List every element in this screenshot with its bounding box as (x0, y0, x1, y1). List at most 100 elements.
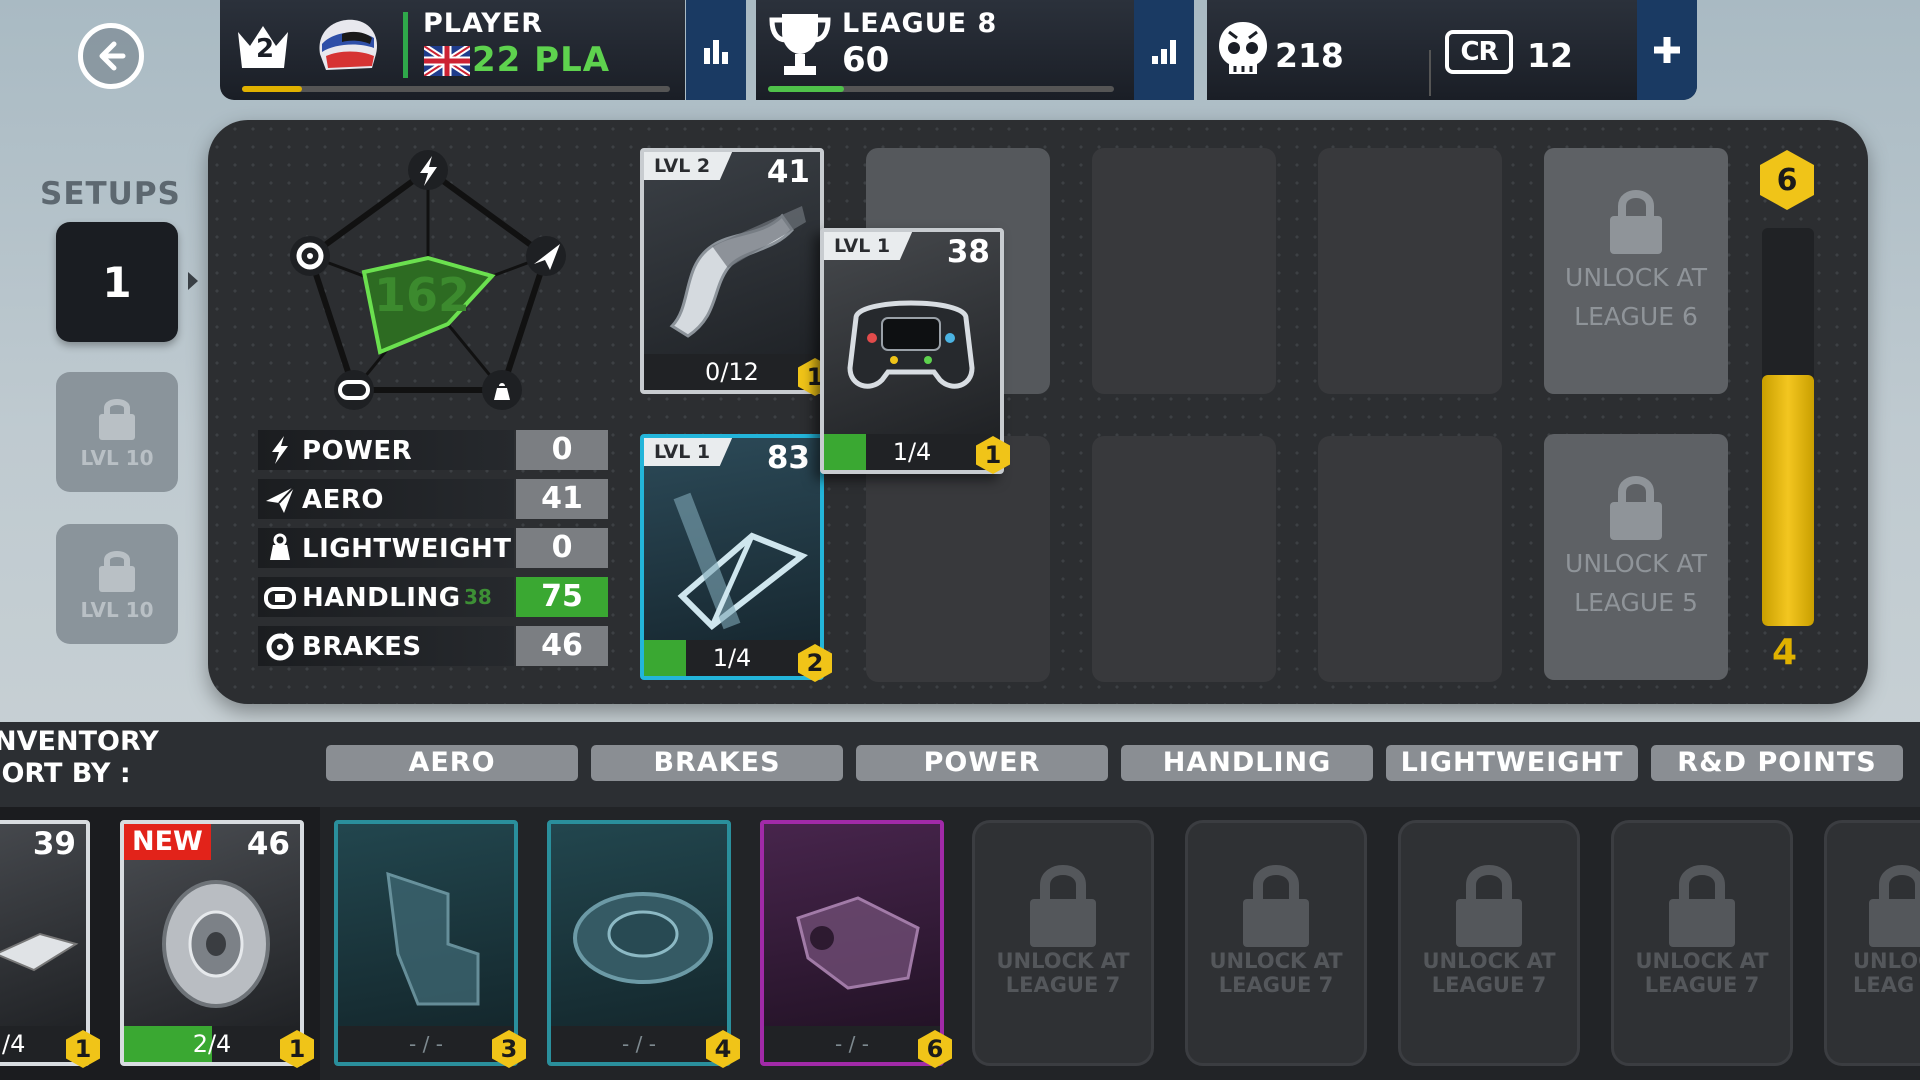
stat-label: LIGHTWEIGHT (302, 534, 512, 564)
credits-value: 12 (1527, 36, 1573, 75)
steering-wheel-part-icon (847, 300, 975, 389)
lock-text-line1: UNLOCK AT (996, 949, 1130, 973)
stat-label: BRAKES (302, 632, 422, 662)
card-progress-text: 2/4 (192, 1030, 232, 1058)
lock-text-line1: UNLOCK AT (1565, 549, 1707, 578)
filter-power-button[interactable]: POWER (856, 745, 1108, 781)
card-rating: 83 (766, 440, 810, 476)
stat-label: AERO (302, 485, 385, 515)
floor-part-icon (0, 932, 79, 972)
filter-aero-button[interactable]: AERO (326, 745, 578, 781)
lock-icon (99, 551, 135, 592)
lock-text-line1: UNLOCK AT (1635, 949, 1769, 973)
stat-row-power: POWER 0 (258, 430, 608, 470)
setup-slot-locked: LVL 10 (56, 524, 178, 644)
part-card-suspension[interactable]: LVL 1 83 1/4 (640, 434, 824, 680)
inventory-card[interactable]: - / - (547, 820, 731, 1066)
lock-text-line2: LEAGUE 7 (1218, 973, 1334, 997)
lock-text-line1: UNLOCK AT (1209, 949, 1343, 973)
setups-title: SETUPS (40, 176, 181, 212)
player-label: PLAYER (423, 8, 544, 39)
lock-text-line2: LEAGUE 6 (1574, 302, 1698, 331)
plus-icon (1654, 37, 1680, 63)
part-card-front-wing[interactable]: LVL 2 41 0/12 (640, 148, 824, 394)
xp-bar-fill (242, 86, 302, 92)
part-slot-empty[interactable] (1092, 148, 1276, 394)
lock-text-line1: UNLOC (1853, 949, 1920, 973)
inventory-locked-slot: UNLOCK AT LEAGUE 7 (1185, 820, 1367, 1066)
part-slot-empty[interactable] (1318, 148, 1502, 394)
inventory-card[interactable]: - / - (760, 820, 944, 1066)
filter-rd-points-button[interactable]: R&D POINTS (1651, 745, 1903, 781)
card-progress: - / - (764, 1026, 940, 1062)
league-points: 60 (842, 40, 890, 80)
inventory-title: INVENTORY (0, 726, 159, 757)
inventory-locked-slot: UNLOCK AT LEAGUE 7 (1611, 820, 1793, 1066)
new-tag: NEW (124, 824, 211, 860)
card-progress: 1/4 (644, 640, 820, 676)
stat-row-handling: HANDLING 38 75 (258, 577, 608, 617)
stat-row-lightweight: LIGHTWEIGHT 0 (258, 528, 608, 568)
lock-text-line1: UNLOCK AT (1422, 949, 1556, 973)
lock-text-line2: LEAGUE 7 (1644, 973, 1760, 997)
back-button[interactable] (78, 23, 144, 89)
brake-disc-part-icon (162, 880, 270, 1008)
inventory-card[interactable]: 39 /4 (0, 820, 90, 1066)
inventory-card[interactable]: NEW 46 2/4 (120, 820, 304, 1066)
player-name: 22 PLA (472, 40, 611, 80)
league-stats-button[interactable] (1134, 0, 1194, 100)
lock-icon (1030, 865, 1096, 947)
player-stats-button[interactable] (686, 0, 746, 100)
inventory-locked-slot: UNLOCK AT LEAGUE 7 (1398, 820, 1580, 1066)
card-level: LVL 1 (824, 232, 913, 260)
league-progress-bar (768, 86, 1114, 92)
rising-chart-icon (1152, 40, 1176, 64)
lock-icon (99, 399, 135, 440)
filter-lightweight-button[interactable]: LIGHTWEIGHT (1386, 745, 1638, 781)
lock-icon (1456, 865, 1522, 947)
locked-part-slot: UNLOCK AT LEAGUE 6 (1544, 148, 1728, 394)
stat-label: POWER (302, 436, 413, 466)
stat-label: HANDLING (302, 583, 461, 613)
setup-slot-label: LVL 10 (80, 598, 154, 622)
part-card-steering-wheel[interactable]: LVL 1 38 1/4 (820, 228, 1004, 474)
brake-disc-icon (266, 632, 294, 661)
inventory-card[interactable]: - / - (334, 820, 518, 1066)
engine-part-icon (796, 896, 920, 990)
card-level: LVL 1 (644, 438, 733, 466)
card-progress: 1/4 (824, 434, 1000, 470)
lock-icon (1243, 865, 1309, 947)
league-panel[interactable]: LEAGUE 8 60 (756, 0, 1194, 100)
setup-slot-1[interactable]: 1 (56, 222, 178, 342)
league-progress-fill (768, 86, 845, 92)
research-points-value: 218 (1275, 36, 1344, 75)
sidepod-part-icon (386, 871, 480, 1006)
lock-icon (1610, 476, 1662, 540)
card-progress: - / - (338, 1026, 514, 1062)
part-slot-empty[interactable] (1318, 436, 1502, 682)
inventory-locked-slot: UNLOC LEAG (1824, 820, 1920, 1066)
helmet-icon (319, 19, 378, 70)
sort-by-label: SORT BY : (0, 758, 131, 789)
player-panel[interactable]: 2 PLAYER 22 PLA (220, 0, 685, 100)
stat-value: 41 (516, 479, 608, 519)
setup-slot-label: LVL 10 (80, 446, 154, 470)
meter-track (1762, 228, 1814, 626)
filter-handling-button[interactable]: HANDLING (1121, 745, 1373, 781)
wheel-part-icon (573, 892, 713, 984)
lock-icon (1869, 865, 1920, 947)
lock-text-line2: LEAGUE 7 (1005, 973, 1121, 997)
setup-slot-locked: LVL 10 (56, 372, 178, 492)
card-level: LVL 2 (644, 152, 733, 180)
bar-chart-icon (704, 40, 728, 64)
lock-icon (1610, 190, 1662, 254)
divider (1429, 50, 1431, 96)
part-slot-empty[interactable] (1092, 436, 1276, 682)
stat-row-brakes: BRAKES 46 (258, 626, 608, 666)
trophy-icon (769, 14, 831, 75)
meter-fill (1762, 375, 1814, 626)
filter-brakes-button[interactable]: BRAKES (591, 745, 843, 781)
steering-wheel-icon (264, 587, 296, 609)
add-credits-button[interactable] (1637, 0, 1697, 100)
lock-text-line2: LEAGUE 5 (1574, 588, 1698, 617)
